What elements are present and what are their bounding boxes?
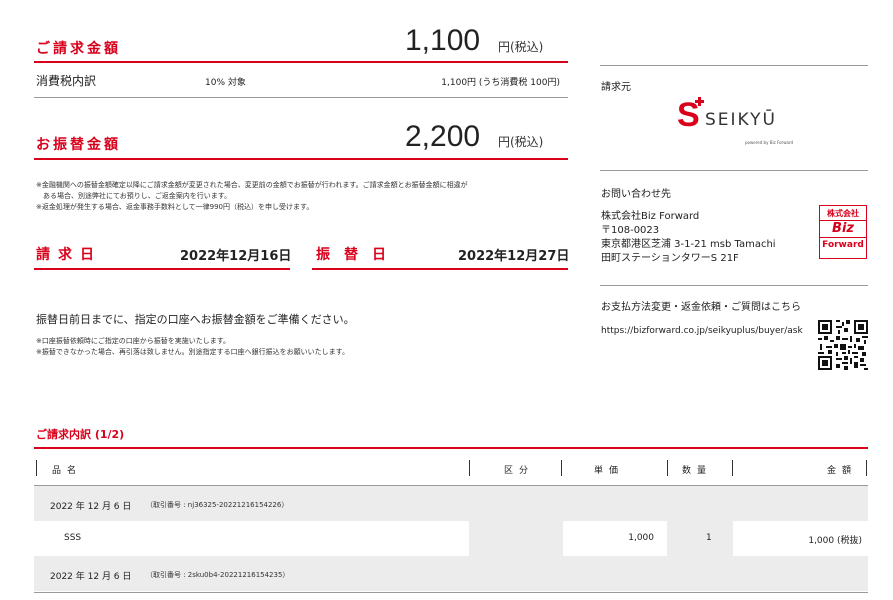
invoice-date: 2022年12月16日 (180, 249, 292, 264)
row-txn: （取引番号 : 2sku0b4-20221216154235） (146, 571, 290, 579)
contact-label: お問い合わせ先 (601, 189, 671, 200)
transfer-rule (34, 158, 568, 160)
billing-unit: 円(税込) (498, 40, 544, 54)
issuer-top-rule (600, 65, 868, 66)
contact-address1: 東京都港区芝浦 3-1-21 msb Tamachi (601, 239, 776, 250)
payment-url[interactable]: https://bizforward.co.jp/seikyuplus/buye… (601, 326, 803, 336)
payment-top-rule (600, 285, 868, 286)
logo-sub: powered by Biz Forward (745, 140, 794, 145)
row-date: 2022 年 12 月 6 日 (50, 502, 132, 512)
invoice-date-label: 請求日 (36, 247, 102, 263)
prepare-notes: ※口座振替依頼時にご指定の口座から振替を実施いたします。 ※振替できなかった場合… (36, 336, 349, 358)
header-divider (469, 460, 470, 476)
table-row: 2022 年 12 月 6 日 （取引番号 : nj36325-20221216… (34, 486, 868, 521)
header-unit-price: 単価 (594, 466, 625, 476)
header-divider (667, 460, 668, 476)
transfer-date-rule (312, 268, 568, 270)
note-line: ある場合、別途弊社にてお預りし、ご返金案内を行います。 (36, 192, 232, 200)
item-amount: 1,000 (税抜) (808, 536, 862, 546)
row-date: 2022 年 12 月 6 日 (50, 572, 132, 582)
table-row: SSS 1,000 1 1,000 (税抜) (34, 521, 868, 556)
contact-postal: 〒108-0023 (601, 225, 660, 236)
detail-title-rule (34, 447, 868, 449)
billing-amount: 1,100 (405, 24, 481, 57)
header-quantity: 数量 (682, 466, 713, 476)
tax-label: 消費税内訳 (36, 74, 97, 88)
tax-rule (34, 97, 568, 98)
transfer-amount: 2,200 (405, 120, 481, 153)
header-divider (36, 460, 37, 476)
contact-info: 株式会社Biz Forward 〒108-0023 東京都港区芝浦 3-1-21… (601, 210, 776, 266)
transfer-date: 2022年12月27日 (458, 249, 570, 264)
payment-label: お支払方法変更・返金依頼・ご質問はこちら (601, 302, 801, 313)
logo-plus-icon (695, 97, 704, 106)
header-name: 品名 (52, 466, 83, 476)
header-divider (561, 460, 562, 476)
header-divider (732, 460, 733, 476)
note-line: ※返金処理が発生する場合、返金事務手数料として一律990円（税込）を申し受けます… (36, 203, 314, 211)
transfer-label: お振替金額 (36, 137, 121, 153)
quantity-cell-bg (667, 521, 733, 556)
qr-code-icon[interactable] (818, 320, 868, 370)
contact-address2: 田町ステーションタワーS 21F (601, 253, 739, 264)
contact-company: 株式会社Biz Forward (601, 211, 700, 222)
billing-rule (34, 61, 568, 63)
company-seal: 株式会社 Biz Forward (819, 205, 867, 259)
detail-title: ご請求内訳 (1/2) (36, 428, 125, 441)
item-quantity: 1 (706, 533, 712, 543)
logo-text: SEIKYŪ (705, 110, 777, 130)
seal-line2: Biz (832, 221, 854, 236)
header-amount: 金額 (827, 466, 858, 476)
transfer-unit: 円(税込) (498, 135, 544, 149)
issuer-label: 請求元 (601, 82, 631, 93)
contact-top-rule (600, 170, 868, 171)
transfer-notes: ※金融機関への振替金額確定以降にご請求金額が変更された場合、変更前の金額でお振替… (36, 180, 576, 213)
invoice-date-rule (34, 268, 290, 270)
tax-detail: 1,100円 (うち消費税 100円) (441, 78, 560, 88)
table-row: 2022 年 12 月 6 日 （取引番号 : 2sku0b4-20221216… (34, 556, 868, 591)
header-category: 区分 (504, 466, 535, 476)
category-cell (469, 521, 563, 556)
row-txn: （取引番号 : nj36325-20221216154226） (146, 501, 289, 509)
table-bottom-rule (34, 592, 868, 593)
item-name: SSS (64, 533, 82, 543)
seikyu-logo: S SEIKYŪ powered by Biz Forward (677, 96, 797, 148)
transfer-date-label: 振替日 (316, 247, 400, 263)
tax-target: 10% 対象 (205, 78, 246, 88)
seal-line3: Forward (820, 237, 866, 252)
item-unit-price: 1,000 (628, 533, 654, 543)
note-line: ※金融機関への振替金額確定以降にご請求金額が変更された場合、変更前の金額でお振替… (36, 181, 468, 189)
prepare-message: 振替日前日までに、指定の口座へお振替金額をご準備ください。 (36, 313, 355, 326)
billing-label: ご請求金額 (36, 41, 121, 57)
prepare-note-line: ※振替できなかった場合、再引落は致しません。別途指定する口座へ銀行振込をお願いい… (36, 348, 349, 356)
table-header: 品名 区分 単価 数量 金額 (34, 452, 868, 484)
seal-line1: 株式会社 (820, 208, 866, 221)
header-divider (866, 460, 867, 476)
prepare-note-line: ※口座振替依頼時にご指定の口座から振替を実施いたします。 (36, 337, 231, 345)
